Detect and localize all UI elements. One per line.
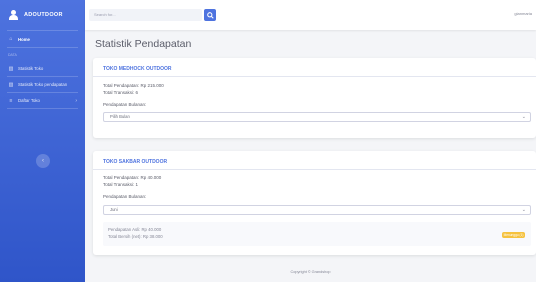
sidebar-divider — [7, 108, 78, 109]
card-divider — [93, 76, 536, 77]
search-input[interactable]: Search for... — [89, 9, 202, 21]
brand[interactable]: ADOUTDOOR — [0, 0, 85, 30]
sidebar-item-label: Daftar Toko — [18, 98, 40, 103]
month-select[interactable]: Pilih Bulan ⌄ — [103, 112, 531, 122]
chevron-down-icon: ⌄ — [521, 114, 526, 120]
month-select[interactable]: Juni ⌄ — [103, 205, 531, 215]
chevron-left-icon: ‹ — [42, 158, 44, 164]
chart-icon: ▥ — [8, 81, 14, 88]
sidebar-item-statistik-toko[interactable]: ▥ Statistik Toko — [0, 61, 85, 76]
sidebar-item-daftar-toko[interactable]: ≡ Daftar Toko › — [0, 93, 85, 108]
month-select-value: Pilih Bulan — [110, 114, 130, 119]
store-card: TOKO MEDHOCK OUTDOOR Total Pendapatan: R… — [93, 58, 536, 138]
monthly-income-label: Pendapatan Bulanan: — [103, 194, 147, 199]
month-select-value: Juni — [110, 207, 118, 212]
monthly-income-label: Pendapatan Bulanan: — [103, 102, 147, 107]
footer-copyright: Copyright © Grandshop — [290, 270, 331, 274]
income-summary: Pendapatan Asli: Rp 40.000 Total Bersih … — [103, 222, 531, 246]
sidebar: ADOUTDOOR ⌂ Home Data ▥ Statistik Toko ▥… — [0, 0, 85, 282]
chart-icon: ▥ — [8, 65, 14, 72]
total-income: Total Pendapatan: Rp 215.000 — [103, 83, 164, 88]
status-badge: Menunggu (1) — [502, 232, 525, 238]
chevron-right-icon: › — [75, 97, 77, 104]
chevron-down-icon: ⌄ — [521, 207, 526, 213]
list-icon: ≡ — [9, 97, 13, 104]
sidebar-divider — [7, 47, 78, 48]
total-income: Total Pendapatan: Rp 40.000 — [103, 175, 162, 180]
sidebar-item-label: Home — [18, 36, 30, 42]
search-icon — [206, 11, 214, 19]
brand-name: ADOUTDOOR — [24, 12, 63, 18]
total-transactions: Total Transaksi: 6 — [103, 90, 139, 95]
net-income: Total Bersih (net): Rp 38.000 — [108, 234, 163, 239]
sidebar-toggle-button[interactable]: ‹ — [36, 154, 50, 168]
store-name: TOKO MEDHOCK OUTDOOR — [103, 66, 172, 72]
store-card: TOKO SAKBAR OUTDOOR Total Pendapatan: Rp… — [93, 151, 536, 255]
sidebar-item-label: Statistik Toko pendapatan — [18, 82, 68, 87]
page-title: Statistik Pendapatan — [95, 38, 192, 50]
search-button[interactable] — [204, 9, 216, 21]
sidebar-section-heading: Data — [8, 53, 17, 57]
sidebar-item-label: Statistik Toko — [18, 66, 44, 71]
sidebar-item-statistik-pendapatan[interactable]: ▥ Statistik Toko pendapatan — [0, 77, 85, 92]
user-logo-icon — [9, 10, 18, 20]
topbar: Search for... gianmaria — [85, 0, 536, 30]
store-name: TOKO SAKBAR OUTDOOR — [103, 159, 168, 165]
user-name[interactable]: gianmaria — [514, 11, 532, 16]
total-transactions: Total Transaksi: 1 — [103, 182, 139, 187]
home-icon: ⌂ — [9, 36, 13, 42]
sidebar-item-home[interactable]: ⌂ Home — [0, 31, 85, 47]
gross-income: Pendapatan Asli: Rp 40.000 — [108, 227, 162, 232]
card-divider — [93, 169, 536, 170]
